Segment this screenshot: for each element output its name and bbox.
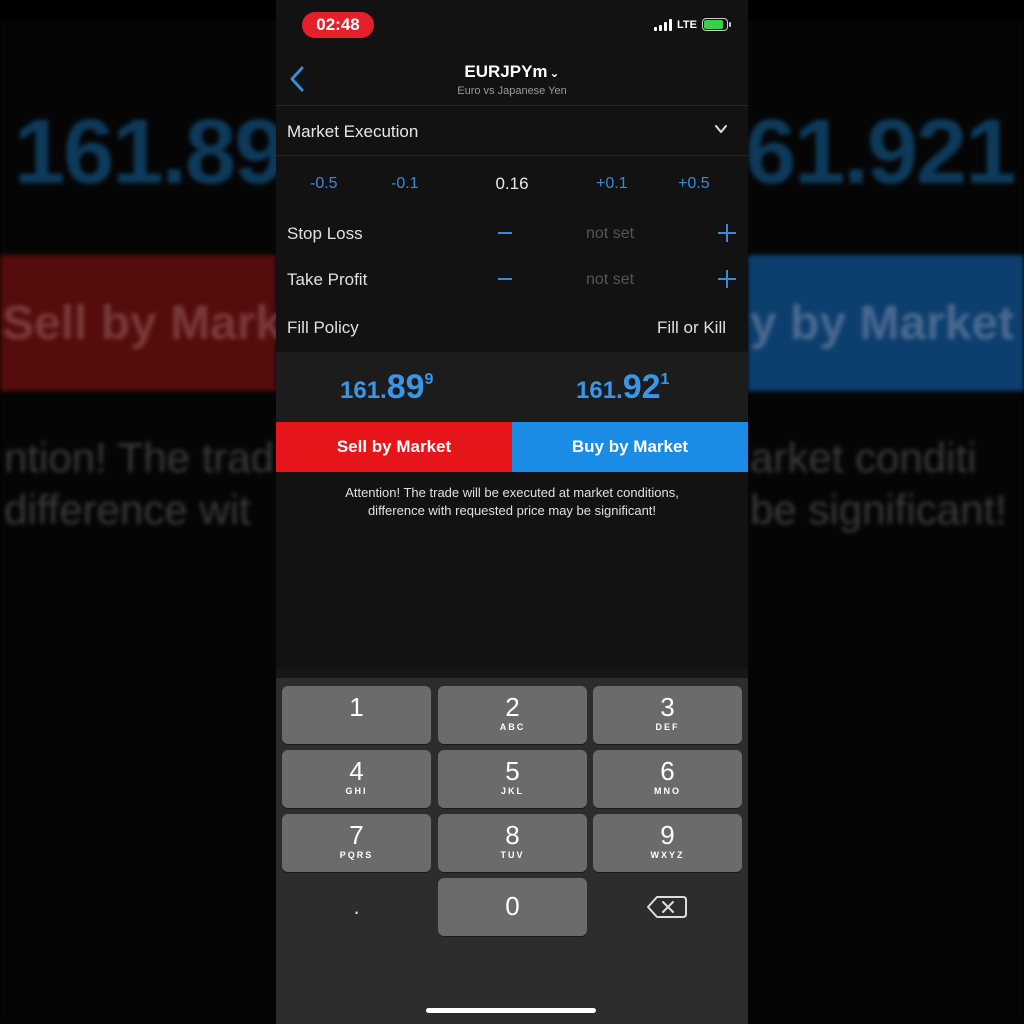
symbol-selector[interactable]: EURJPYm ⌄ — [276, 62, 748, 82]
backspace-key[interactable] — [593, 878, 742, 936]
battery-level — [704, 20, 723, 29]
sell-by-market-button[interactable]: Sell by Market — [276, 422, 512, 472]
stop-loss-plus-button[interactable] — [718, 224, 736, 242]
price-panel: 161.899 161.921 — [276, 352, 748, 422]
volume-row: -0.5 -0.1 0.16 +0.1 +0.5 — [276, 160, 748, 210]
bg-sell-text: Sell by Mark — [2, 297, 283, 350]
stop-loss-row: Stop Loss not set — [276, 212, 748, 256]
content-divider — [276, 668, 748, 678]
key-2[interactable]: 2 ABC — [438, 686, 587, 744]
bg-bid-price: 161.89 — [14, 101, 285, 203]
chevron-down-icon — [715, 125, 727, 133]
key-5[interactable]: 5 JKL — [438, 750, 587, 808]
execution-type-select[interactable]: Market Execution — [276, 108, 748, 156]
buy-by-market-button[interactable]: Buy by Market — [512, 422, 748, 472]
status-indicators: LTE — [654, 18, 731, 31]
fill-policy-label: Fill Policy — [287, 318, 359, 337]
ask-price: 161.921 — [576, 368, 670, 406]
network-type: LTE — [677, 18, 697, 31]
bg-attention-left-2: difference wit — [4, 486, 251, 533]
home-indicator[interactable] — [426, 1008, 596, 1013]
backspace-icon — [647, 896, 687, 918]
stop-loss-value[interactable]: not set — [586, 225, 634, 243]
stop-loss-minus-button[interactable] — [498, 232, 512, 234]
attention-line-2: difference with requested price may be s… — [367, 503, 657, 518]
take-profit-row: Take Profit not set — [276, 258, 748, 302]
nav-bar: EURJPYm ⌄ Euro vs Japanese Yen — [276, 52, 748, 106]
fill-policy-value: Fill or Kill — [657, 318, 726, 337]
bg-attention-right-1: arket conditi — [750, 434, 977, 481]
take-profit-value[interactable]: not set — [586, 271, 634, 289]
bg-attention-right-2: be significant! — [750, 486, 1007, 533]
bg-attention-left-1: ntion! The trad — [4, 434, 275, 481]
signal-icon — [654, 18, 673, 31]
key-1[interactable]: 1 — [282, 686, 431, 744]
symbol-description: Euro vs Japanese Yen — [457, 85, 567, 97]
key-decimal[interactable]: . — [282, 878, 431, 936]
fill-policy-row[interactable]: Fill Policy Fill or Kill — [276, 306, 748, 350]
trade-buttons: Sell by Market Buy by Market — [276, 422, 748, 472]
status-bar: 02:48 LTE — [276, 0, 748, 46]
status-time[interactable]: 02:48 — [302, 12, 374, 38]
execution-type-label: Market Execution — [287, 122, 419, 141]
volume-plus-0.5-button[interactable]: +0.5 — [678, 175, 710, 193]
take-profit-plus-button[interactable] — [718, 270, 736, 288]
key-0[interactable]: 0 — [438, 878, 587, 936]
key-3[interactable]: 3 DEF — [593, 686, 742, 744]
phone-screen: 02:48 LTE EURJPYm ⌄ Euro vs Japanese Yen … — [276, 0, 748, 1024]
bg-buy-text: y by Market — [750, 297, 1015, 350]
key-9[interactable]: 9 WXYZ — [593, 814, 742, 872]
key-4[interactable]: 4 GHI — [282, 750, 431, 808]
chevron-down-icon: ⌄ — [549, 65, 560, 80]
take-profit-minus-button[interactable] — [498, 278, 512, 280]
key-7[interactable]: 7 PQRS — [282, 814, 431, 872]
symbol-header: EURJPYm ⌄ Euro vs Japanese Yen — [276, 62, 748, 97]
battery-icon — [702, 18, 731, 31]
bid-price: 161.899 — [340, 368, 434, 406]
numeric-keyboard: 1 2 ABC 3 DEF 4 GHI 5 JKL 6 MNO 7 PQRS 8 TUV 9W… — [276, 678, 748, 1024]
stop-loss-label: Stop Loss — [287, 224, 363, 243]
take-profit-label: Take Profit — [287, 270, 368, 289]
attention-message: Attention! The trade will be executed at… — [286, 484, 738, 520]
key-6[interactable]: 6 MNO — [593, 750, 742, 808]
symbol-name: EURJPYm — [464, 62, 548, 81]
volume-plus-0.1-button[interactable]: +0.1 — [596, 175, 628, 193]
attention-line-1: Attention! The trade will be executed at… — [345, 485, 679, 500]
bg-ask-price: 61.921 — [745, 101, 1016, 203]
key-8[interactable]: 8 TUV — [438, 814, 587, 872]
